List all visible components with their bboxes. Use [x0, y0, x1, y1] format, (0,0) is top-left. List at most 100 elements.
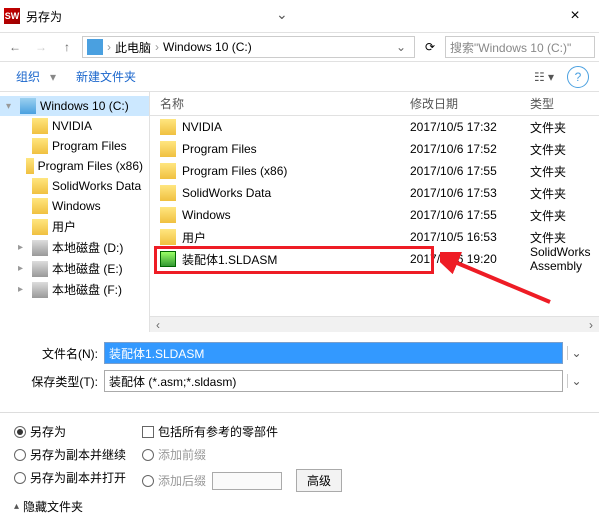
radio-add-suffix: 添加后缀高级 — [142, 469, 342, 492]
addressbar: ← → ↑ › 此电脑 › Windows 10 (C:) ⌄ ⟳ 搜索"Win… — [0, 32, 599, 62]
file-row[interactable]: Windows2017/10/6 17:55文件夹 — [150, 204, 599, 226]
filetype-select[interactable]: 装配体 (*.asm;*.sldasm) — [104, 370, 563, 392]
file-name: 用户 — [182, 229, 206, 246]
radio-add-prefix: 添加前缀 — [142, 446, 342, 463]
hide-folders-toggle[interactable]: ▴ 隐藏文件夹 — [0, 492, 599, 521]
file-name: SolidWorks Data — [182, 186, 271, 200]
advanced-button[interactable]: 高级 — [296, 469, 342, 492]
file-list[interactable]: 名称 修改日期 类型 NVIDIA2017/10/5 17:32文件夹Progr… — [150, 92, 599, 332]
tree-item-label: Program Files (x86) — [38, 159, 143, 173]
folder-icon — [26, 158, 33, 174]
forward-button[interactable]: → — [30, 36, 52, 58]
file-type: SolidWorks Assembly — [530, 245, 599, 273]
up-button[interactable]: ↑ — [56, 36, 78, 58]
file-type: 文件夹 — [530, 229, 599, 246]
tree-expander-icon[interactable]: ▸ — [18, 242, 28, 253]
file-name: Windows — [182, 208, 231, 222]
tree-expander-icon[interactable]: ▾ — [6, 101, 16, 112]
folder-icon — [32, 138, 48, 154]
file-row[interactable]: SolidWorks Data2017/10/6 17:53文件夹 — [150, 182, 599, 204]
tree-item-label: 用户 — [52, 218, 76, 235]
refresh-button[interactable]: ⟳ — [419, 36, 441, 58]
tree-expander-icon[interactable]: ▸ — [18, 284, 28, 295]
filetype-dropdown-icon[interactable]: ⌄ — [567, 374, 585, 388]
tree-item-label: 本地磁盘 (D:) — [52, 239, 123, 256]
scroll-right-icon[interactable]: › — [583, 317, 599, 332]
folder-tree[interactable]: ▾ Windows 10 (C:) NVIDIA Program Files Progr… — [0, 92, 150, 332]
tree-item-label: SolidWorks Data — [52, 179, 141, 193]
filename-label: 文件名(N): — [14, 345, 104, 362]
breadcrumb-root[interactable]: 此电脑 — [115, 39, 151, 56]
file-date: 2017/10/5 16:53 — [410, 230, 530, 244]
chevron-right-icon: › — [105, 40, 113, 54]
file-type: 文件夹 — [530, 119, 599, 136]
file-type: 文件夹 — [530, 163, 599, 180]
checkbox-include-refs[interactable]: 包括所有参考的零部件 — [142, 423, 342, 440]
folder-icon — [160, 119, 176, 135]
close-button[interactable]: × — [555, 7, 595, 25]
filename-dropdown-icon[interactable]: ⌄ — [567, 346, 585, 360]
folder-icon — [32, 219, 48, 235]
drive-icon — [32, 261, 48, 277]
breadcrumb-path[interactable]: Windows 10 (C:) — [163, 40, 252, 54]
folder-icon — [160, 163, 176, 179]
tree-item-label: NVIDIA — [52, 119, 92, 133]
newfolder-button[interactable]: 新建文件夹 — [70, 64, 142, 89]
tree-item[interactable]: 用户 — [0, 216, 149, 237]
view-options-button[interactable]: ☷ ▾ — [531, 66, 557, 88]
radio-saveas-copy-open[interactable]: 另存为副本并打开 — [14, 469, 126, 486]
column-name[interactable]: 名称 — [150, 95, 410, 112]
file-date: 2017/10/6 17:52 — [410, 142, 530, 156]
tree-item[interactable]: Windows — [0, 196, 149, 216]
column-type[interactable]: 类型 — [530, 95, 599, 112]
tree-item[interactable]: Program Files — [0, 136, 149, 156]
radio-icon — [14, 426, 26, 438]
pc-icon — [87, 39, 103, 55]
tree-item[interactable]: ▸ 本地磁盘 (D:) — [0, 237, 149, 258]
radio-icon — [142, 449, 154, 461]
file-row[interactable]: NVIDIA2017/10/5 17:32文件夹 — [150, 116, 599, 138]
radio-icon — [142, 475, 154, 487]
scroll-left-icon[interactable]: ‹ — [150, 317, 166, 332]
column-date[interactable]: 修改日期 — [410, 95, 530, 112]
horizontal-scrollbar[interactable]: ‹ › — [150, 316, 599, 332]
filename-input[interactable]: 装配体1.SLDASM — [104, 342, 563, 364]
tree-item[interactable]: Program Files (x86) — [0, 156, 149, 176]
tree-item[interactable]: NVIDIA — [0, 116, 149, 136]
file-list-header[interactable]: 名称 修改日期 类型 — [150, 92, 599, 116]
tree-item[interactable]: ▸ 本地磁盘 (E:) — [0, 258, 149, 279]
suffix-input — [212, 472, 282, 490]
tree-item[interactable]: ▸本地磁盘 (F:) — [0, 279, 149, 300]
filetype-label: 保存类型(T): — [14, 373, 104, 390]
back-button[interactable]: ← — [4, 36, 26, 58]
folder-icon — [160, 141, 176, 157]
tree-item[interactable]: SolidWorks Data — [0, 176, 149, 196]
file-type: 文件夹 — [530, 185, 599, 202]
organize-button[interactable]: 组织 — [10, 64, 46, 89]
file-date: 2017/10/5 17:32 — [410, 120, 530, 134]
file-row[interactable]: Program Files (x86)2017/10/6 17:55文件夹 — [150, 160, 599, 182]
folder-icon — [32, 118, 48, 134]
tree-item-label: Windows 10 (C:) — [40, 99, 129, 113]
file-type: 文件夹 — [530, 141, 599, 158]
breadcrumb[interactable]: › 此电脑 › Windows 10 (C:) ⌄ — [82, 36, 415, 58]
folder-icon — [32, 178, 48, 194]
radio-saveas-copy-continue[interactable]: 另存为副本并继续 — [14, 446, 126, 463]
file-name: Program Files — [182, 142, 257, 156]
help-button[interactable]: ? — [567, 66, 589, 88]
tree-item-label: 本地磁盘 (E:) — [52, 260, 123, 277]
radio-saveas[interactable]: 另存为 — [14, 423, 126, 440]
radio-icon — [14, 472, 26, 484]
divider — [0, 412, 599, 413]
folder-icon — [160, 229, 176, 245]
toolbar: 组织 ▾ 新建文件夹 ☷ ▾ ? — [0, 62, 599, 92]
search-input[interactable]: 搜索"Windows 10 (C:)" — [445, 36, 595, 58]
file-date: 2017/10/6 17:55 — [410, 208, 530, 222]
folder-icon — [32, 198, 48, 214]
tree-expander-icon[interactable]: ▸ — [18, 263, 28, 274]
file-row[interactable]: Program Files 2017/10/6 17:52文件夹 — [150, 138, 599, 160]
path-dropdown-icon[interactable]: ⌄ — [392, 40, 410, 54]
expand-up-icon: ▴ — [14, 501, 19, 512]
tree-item[interactable]: ▾ Windows 10 (C:) — [0, 96, 149, 116]
caret-decoration: ⌄ — [276, 6, 288, 23]
